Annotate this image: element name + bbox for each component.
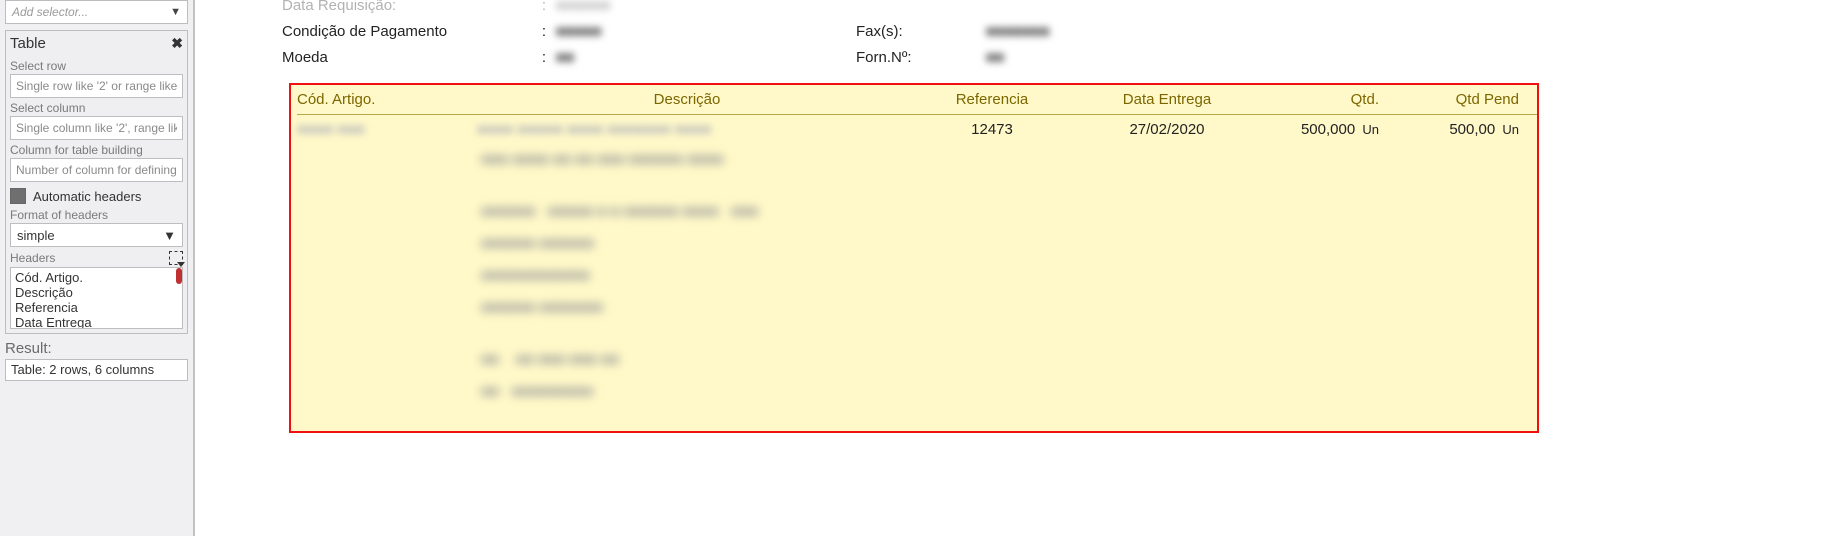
table-section-title: Table bbox=[10, 35, 46, 52]
headers-listbox[interactable]: Cód. Artigo. Descrição Referencia Data E… bbox=[10, 267, 183, 329]
table-config-section: Table ✖ Select row Select column Column … bbox=[5, 30, 188, 334]
table-header-row: Cód. Artigo. Descrição Referencia Data E… bbox=[297, 85, 1537, 115]
sidebar: Add selector... ▼ Table ✖ Select row Sel… bbox=[0, 0, 195, 536]
automatic-headers-label: Automatic headers bbox=[33, 189, 141, 204]
list-item[interactable]: Referencia bbox=[15, 300, 178, 315]
result-value: Table: 2 rows, 6 columns bbox=[5, 359, 188, 381]
cell-referencia: 12473 bbox=[897, 121, 1087, 138]
add-selector-dropdown[interactable]: Add selector... ▼ bbox=[5, 0, 188, 24]
automatic-headers-checkbox[interactable] bbox=[10, 188, 26, 204]
select-column-input[interactable] bbox=[10, 116, 183, 140]
col-header: Qtd Pend bbox=[1397, 91, 1537, 108]
document-header: Data Requisição: : ■■■■■■ Condição de Pa… bbox=[282, 0, 1833, 70]
select-column-label: Select column bbox=[10, 101, 183, 115]
column-build-label: Column for table building bbox=[10, 143, 183, 157]
header-value: ■■■■■ bbox=[556, 23, 856, 40]
document-preview: Data Requisição: : ■■■■■■ Condição de Pa… bbox=[197, 0, 1843, 536]
col-header: Descrição bbox=[477, 91, 897, 108]
chevron-down-icon: ▼ bbox=[170, 6, 181, 18]
column-build-input[interactable] bbox=[10, 158, 183, 182]
select-row-label: Select row bbox=[10, 59, 183, 73]
header-value: ■■■■■■■ bbox=[986, 23, 1186, 40]
add-selector-placeholder: Add selector... bbox=[12, 5, 88, 19]
header-label: Moeda bbox=[282, 49, 532, 66]
cell-cod-artigo: ■■■■ ■■■ bbox=[297, 121, 477, 138]
list-item[interactable]: Data Entrega bbox=[15, 315, 178, 329]
document-table: Cód. Artigo. Descrição Referencia Data E… bbox=[297, 85, 1537, 144]
list-item[interactable]: Descrição bbox=[15, 285, 178, 300]
table-row: ■■■■ ■■■ ■■■■ ■■■■■ ■■■■ ■■■■■■■ ■■■■ 12… bbox=[297, 115, 1537, 144]
header-label: Condição de Pagamento bbox=[282, 23, 532, 40]
description-detail-block: ■■■ ■■■■ ■■ ■■ ■■■ ■■■■■■ ■■■■ ■■■■■■ ■■… bbox=[481, 145, 981, 409]
header-value: ■■ bbox=[556, 49, 856, 66]
select-row-input[interactable] bbox=[10, 74, 183, 98]
header-value: ■■ bbox=[986, 49, 1186, 66]
selection-icon[interactable] bbox=[169, 251, 183, 265]
header-label: Fax(s): bbox=[856, 23, 986, 40]
result-label: Result: bbox=[5, 340, 188, 357]
cell-qtd-pend: 500,00 Un bbox=[1397, 121, 1537, 138]
scrollbar-thumb[interactable] bbox=[176, 268, 182, 284]
col-header: Qtd. bbox=[1247, 91, 1397, 108]
cell-qtd: 500,000 Un bbox=[1247, 121, 1397, 138]
table-selection-region[interactable]: Cód. Artigo. Descrição Referencia Data E… bbox=[289, 83, 1539, 433]
cell-descricao: ■■■■ ■■■■■ ■■■■ ■■■■■■■ ■■■■ bbox=[477, 121, 897, 138]
header-label: Data Requisição: bbox=[282, 0, 532, 14]
header-label: Forn.Nº: bbox=[856, 49, 986, 66]
close-icon[interactable]: ✖ bbox=[171, 35, 183, 52]
col-header: Cód. Artigo. bbox=[297, 91, 477, 108]
header-value: ■■■■■■ bbox=[556, 0, 856, 14]
col-header: Data Entrega bbox=[1087, 91, 1247, 108]
cell-data-entrega: 27/02/2020 bbox=[1087, 121, 1247, 138]
headers-label: Headers bbox=[10, 251, 55, 265]
format-headers-value: simple bbox=[17, 228, 55, 243]
list-item[interactable]: Cód. Artigo. bbox=[15, 270, 178, 285]
chevron-down-icon: ▼ bbox=[163, 228, 176, 243]
col-header: Referencia bbox=[897, 91, 1087, 108]
format-headers-select[interactable]: simple ▼ bbox=[10, 223, 183, 247]
format-headers-label: Format of headers bbox=[10, 208, 183, 222]
